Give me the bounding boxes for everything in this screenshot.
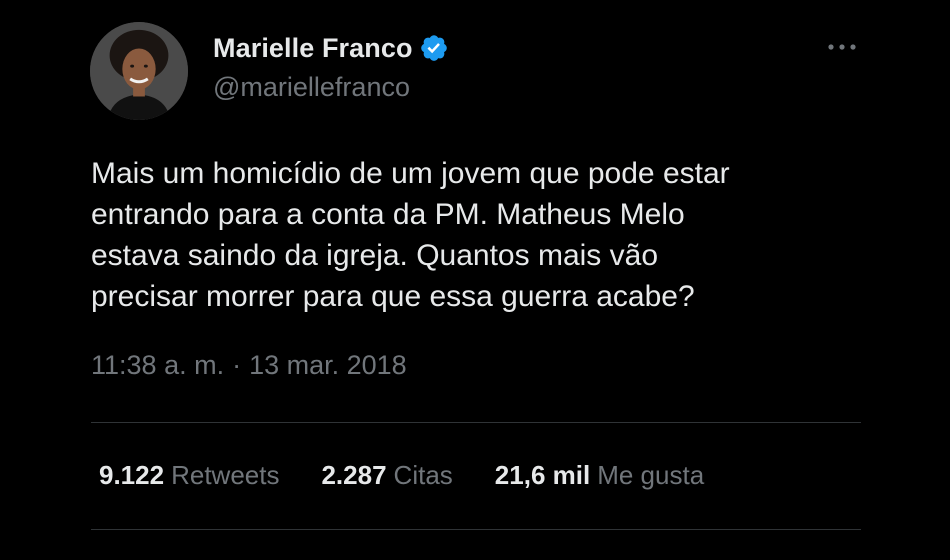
tweet-stats: 9.122 Retweets 2.287 Citas 21,6 mil Me g… <box>99 460 704 491</box>
likes-count: 21,6 mil <box>494 460 591 490</box>
tweet-text: Mais um homicídio de um jovem que pode e… <box>91 157 730 313</box>
author-handle[interactable]: @mariellefranco <box>213 72 410 103</box>
retweets-label: Retweets <box>171 460 280 490</box>
quotes-count: 2.287 <box>321 460 387 490</box>
author-display-name[interactable]: Marielle Franco <box>213 33 413 64</box>
retweets-count: 9.122 <box>99 460 165 490</box>
divider-bottom <box>91 529 861 530</box>
timestamp-separator: · <box>232 350 242 380</box>
avatar[interactable] <box>90 22 188 120</box>
author-name-row: Marielle Franco <box>213 30 449 66</box>
more-options-icon <box>828 44 856 50</box>
likes-stat[interactable]: 21,6 mil Me gusta <box>495 460 704 491</box>
retweets-stat[interactable]: 9.122 Retweets <box>99 460 279 491</box>
tweet-time: 11:38 a. m. <box>91 350 225 380</box>
tweet-timestamp[interactable]: 11:38 a. m. · 13 mar. 2018 <box>91 350 407 381</box>
divider-top <box>91 422 861 423</box>
verified-badge-icon <box>419 33 449 63</box>
avatar-photo <box>90 22 188 120</box>
quotes-label: Citas <box>393 460 453 490</box>
tweet-date: 13 mar. 2018 <box>249 350 407 380</box>
likes-label: Me gusta <box>597 460 705 490</box>
more-options-button[interactable] <box>822 33 862 61</box>
quotes-stat[interactable]: 2.287 Citas <box>321 460 452 491</box>
